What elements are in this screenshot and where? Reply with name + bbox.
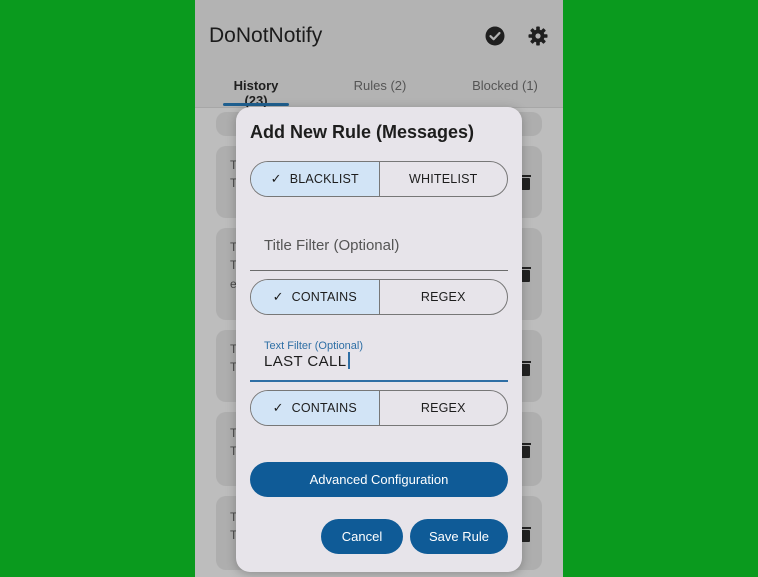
check-icon: ✓: [272, 400, 284, 415]
text-filter-label: Text Filter (Optional): [264, 340, 364, 352]
text-regex-button[interactable]: REGEX: [378, 391, 508, 425]
title-match-toggle: ✓ CONTAINS REGEX: [250, 279, 508, 315]
title-regex-button[interactable]: REGEX: [378, 280, 508, 314]
save-rule-button[interactable]: Save Rule: [410, 519, 508, 554]
tab-rules[interactable]: Rules (2): [345, 78, 415, 93]
text-contains-label: CONTAINS: [291, 401, 357, 415]
gear-icon[interactable]: [528, 26, 548, 46]
dialog-title: Add New Rule (Messages): [250, 122, 475, 142]
check-icon: ✓: [272, 289, 284, 304]
blacklist-label: BLACKLIST: [289, 172, 359, 186]
title-filter-input[interactable]: Title Filter (Optional): [250, 207, 508, 273]
trash-icon[interactable]: [520, 361, 531, 376]
tab-bar: History (23) Rules (2) Blocked (1): [195, 68, 563, 108]
text-filter-input[interactable]: Text Filter (Optional) LAST CALL: [250, 340, 508, 384]
text-filter-value-wrap: LAST CALL: [264, 352, 350, 370]
text-filter-value: LAST CALL: [264, 353, 347, 370]
title-contains-label: CONTAINS: [291, 290, 357, 304]
cancel-button[interactable]: Cancel: [321, 519, 403, 554]
text-contains-button[interactable]: ✓ CONTAINS: [251, 391, 379, 425]
title-filter-underline: [250, 270, 508, 271]
trash-icon[interactable]: [520, 175, 531, 190]
trash-icon[interactable]: [520, 443, 531, 458]
tab-indicator: [223, 103, 289, 106]
check-icon: ✓: [270, 171, 282, 186]
add-rule-dialog: Add New Rule (Messages) ✓ BLACKLIST WHIT…: [236, 107, 522, 572]
check-circle-icon[interactable]: [485, 26, 505, 46]
trash-icon[interactable]: [520, 527, 531, 542]
text-match-toggle: ✓ CONTAINS REGEX: [250, 390, 508, 426]
whitelist-button[interactable]: WHITELIST: [378, 162, 508, 196]
rule-mode-toggle: ✓ BLACKLIST WHITELIST: [250, 161, 508, 197]
app-title: DoNotNotify: [209, 24, 323, 47]
text-caret: [347, 352, 350, 369]
title-contains-button[interactable]: ✓ CONTAINS: [251, 280, 379, 314]
whitelist-label: WHITELIST: [409, 172, 478, 186]
advanced-configuration-button[interactable]: Advanced Configuration: [250, 462, 508, 497]
title-regex-label: REGEX: [420, 290, 466, 304]
blacklist-button[interactable]: ✓ BLACKLIST: [251, 162, 379, 196]
tab-blocked[interactable]: Blocked (1): [465, 78, 545, 93]
text-filter-underline: [250, 380, 508, 382]
app-bar: DoNotNotify: [195, 0, 563, 68]
title-filter-placeholder: Title Filter (Optional): [264, 237, 400, 254]
text-regex-label: REGEX: [420, 401, 466, 415]
trash-icon[interactable]: [520, 267, 531, 282]
